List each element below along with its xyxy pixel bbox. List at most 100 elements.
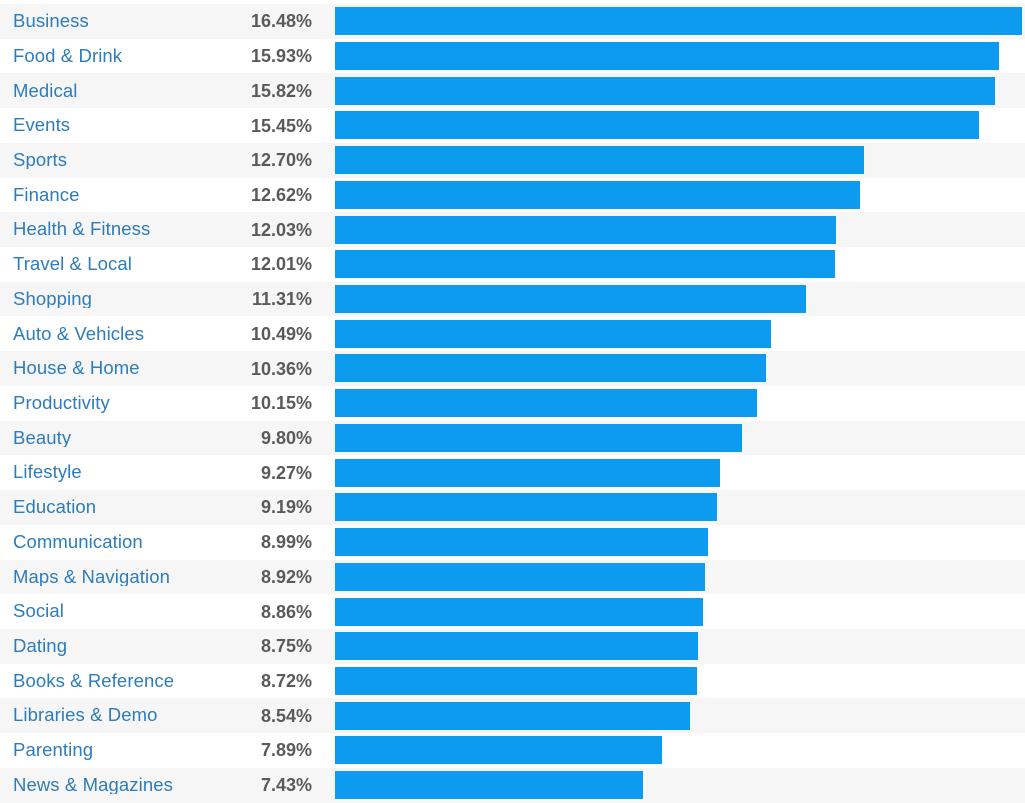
bar-track (335, 178, 1025, 213)
category-label: House & Home (13, 359, 140, 378)
value-bar[interactable] (335, 7, 1023, 36)
value-bar[interactable] (335, 146, 864, 175)
category-label: Lifestyle (13, 463, 82, 482)
category-label: Business (13, 12, 89, 31)
value-bar[interactable] (335, 632, 699, 661)
bar-track (335, 490, 1025, 525)
bar-row[interactable]: Travel & Local 12.01% (0, 247, 1025, 282)
bar-track (335, 143, 1025, 178)
bar-row[interactable]: Parenting 7.89% (0, 733, 1025, 768)
bar-row[interactable]: Shopping 11.31% (0, 281, 1025, 317)
bar-track (335, 629, 1025, 664)
value-bar[interactable] (335, 771, 644, 800)
bar-track (335, 39, 1025, 74)
bar-row[interactable]: House & Home 10.36% (0, 351, 1025, 386)
value-bar[interactable] (335, 180, 861, 209)
category-label: Events (13, 116, 71, 135)
percentage-value: 12.03% (250, 219, 312, 240)
value-bar[interactable] (335, 250, 835, 279)
percentage-value: 9.80% (260, 427, 312, 448)
value-bar[interactable] (335, 111, 980, 140)
percentage-value: 15.82% (250, 80, 312, 101)
bar-row[interactable]: Communication 8.99% (0, 524, 1025, 560)
category-label: Beauty (13, 428, 72, 448)
bar-track (335, 386, 1025, 421)
bar-row[interactable]: Events 15.45% (0, 108, 1025, 143)
category-label: Travel & Local (13, 255, 132, 274)
category-label: Finance (13, 185, 80, 205)
bar-track (335, 73, 1025, 108)
value-bar[interactable] (335, 528, 709, 557)
category-percentage-bar-chart: Business 16.48% Food & Drink 15.93% Medical 1… (0, 0, 1025, 803)
value-bar[interactable] (335, 354, 766, 383)
percentage-value: 10.36% (250, 358, 312, 379)
percentage-value: 8.99% (260, 532, 312, 553)
category-label: Parenting (13, 741, 94, 760)
percentage-value: 9.19% (260, 497, 312, 518)
value-bar[interactable] (335, 597, 703, 626)
value-bar[interactable] (335, 319, 772, 348)
percentage-value: 15.93% (250, 46, 312, 67)
percentage-value: 12.70% (250, 150, 312, 171)
bar-track (335, 4, 1025, 39)
bar-row[interactable]: Books & Reference 8.72% (0, 663, 1025, 699)
bar-row[interactable]: Auto & Vehicles 10.49% (0, 316, 1025, 352)
percentage-value: 11.31% (251, 289, 312, 310)
bar-row[interactable]: Dating 8.75% (0, 628, 1025, 664)
value-bar[interactable] (335, 458, 721, 487)
percentage-value: 8.86% (260, 601, 312, 622)
bar-row[interactable]: Sports 12.70% (0, 142, 1025, 178)
value-bar[interactable] (335, 42, 1000, 71)
bar-track (335, 698, 1025, 733)
value-bar[interactable] (335, 562, 706, 591)
bar-row[interactable]: Finance 12.62% (0, 177, 1025, 213)
bar-row[interactable]: Productivity 10.15% (0, 385, 1025, 421)
bar-row[interactable]: Health & Fitness 12.03% (0, 212, 1025, 248)
bar-row[interactable]: Medical 15.82% (0, 73, 1025, 109)
bar-track (335, 594, 1025, 629)
percentage-value: 9.27% (260, 462, 312, 483)
category-label: Social (13, 602, 64, 621)
category-label: Shopping (13, 289, 92, 309)
value-bar[interactable] (335, 76, 995, 105)
bar-track (335, 108, 1025, 143)
category-label: Sports (13, 150, 68, 170)
percentage-value: 16.48% (250, 11, 312, 32)
bar-track (335, 421, 1025, 456)
bar-track (335, 212, 1025, 247)
bar-track (335, 282, 1025, 317)
value-bar[interactable] (335, 423, 743, 452)
category-label: Food & Drink (13, 46, 123, 66)
value-bar[interactable] (335, 701, 690, 730)
value-bar[interactable] (335, 285, 806, 314)
value-bar[interactable] (335, 493, 717, 522)
category-label: Libraries & Demo (13, 706, 158, 725)
bar-track (335, 455, 1025, 490)
percentage-value: 8.54% (260, 705, 312, 726)
bar-row[interactable]: Education 9.19% (0, 490, 1025, 525)
bar-row[interactable]: Food & Drink 15.93% (0, 38, 1025, 74)
value-bar[interactable] (335, 389, 757, 418)
category-label: News & Magazines (13, 775, 173, 795)
value-bar[interactable] (335, 736, 663, 765)
bar-track (335, 733, 1025, 768)
bar-row[interactable]: News & Magazines 7.43% (0, 767, 1025, 803)
category-label: Productivity (13, 394, 110, 413)
percentage-value: 7.43% (260, 775, 312, 796)
percentage-value: 12.62% (250, 184, 312, 205)
bar-row[interactable]: Social 8.86% (0, 594, 1025, 629)
bar-row[interactable]: Business 16.48% (0, 4, 1025, 39)
percentage-value: 10.49% (250, 323, 312, 344)
bar-row[interactable]: Libraries & Demo 8.54% (0, 698, 1025, 734)
value-bar[interactable] (335, 666, 698, 695)
percentage-value: 10.15% (250, 393, 312, 414)
bar-row[interactable]: Maps & Navigation 8.92% (0, 559, 1025, 595)
category-label: Books & Reference (13, 671, 175, 691)
bar-track (335, 768, 1025, 803)
bar-track (335, 316, 1025, 351)
bar-track (335, 664, 1025, 699)
bar-row[interactable]: Lifestyle 9.27% (0, 455, 1025, 491)
bar-row[interactable]: Beauty 9.80% (0, 420, 1025, 456)
category-label: Education (13, 498, 97, 517)
value-bar[interactable] (335, 215, 836, 244)
